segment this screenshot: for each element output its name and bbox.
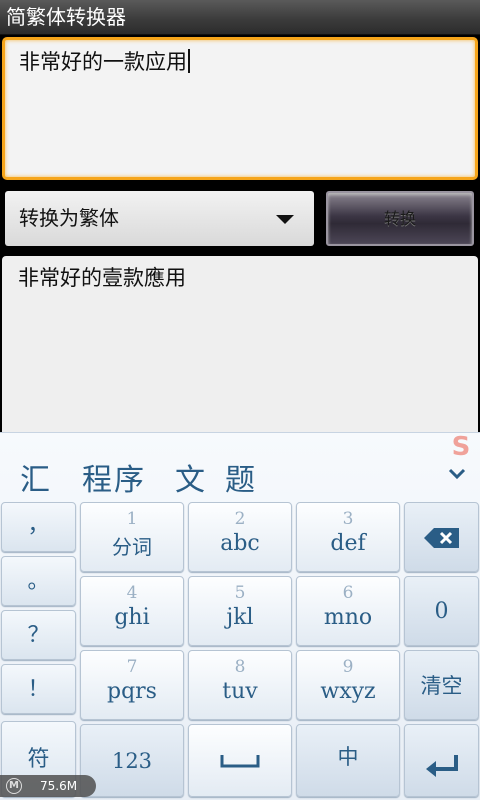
memory-usage-badge[interactable]: M 75.6M: [0, 775, 96, 797]
candidate-word[interactable]: 程序: [82, 455, 146, 499]
key-2-abc[interactable]: 2 abc: [188, 502, 292, 572]
candidate-word[interactable]: 文: [175, 455, 207, 499]
key-8-tuv[interactable]: 8 tuv: [188, 650, 292, 720]
clear-key[interactable]: 清空: [404, 650, 479, 720]
result-text-output[interactable]: 非常好的壹款應用: [2, 256, 478, 436]
key-3-def[interactable]: 3 def: [296, 502, 400, 572]
enter-key[interactable]: [404, 724, 479, 797]
key-7-pqrs[interactable]: 7 pqrs: [80, 650, 184, 720]
key-6-mno[interactable]: 6 mno: [296, 576, 400, 646]
space-key[interactable]: [188, 724, 292, 797]
candidate-word[interactable]: 题: [225, 455, 257, 499]
source-text-input[interactable]: 非常好的一款应用: [2, 37, 478, 180]
key-5-jkl[interactable]: 5 jkl: [188, 576, 292, 646]
enter-icon: [425, 755, 458, 777]
sogou-logo-icon: S: [451, 432, 471, 462]
key-1-fenci[interactable]: 1 分词: [80, 502, 184, 572]
punct-key-period[interactable]: 。: [1, 556, 76, 606]
conversion-mode-select[interactable]: 转换为繁体: [5, 191, 314, 246]
memory-usage-value: 75.6M: [40, 779, 78, 793]
punct-key-exclaim[interactable]: ！: [1, 664, 76, 714]
punct-key-question[interactable]: ？: [1, 610, 76, 660]
space-icon: [220, 755, 260, 768]
dropdown-arrow-icon: [276, 215, 294, 224]
conversion-mode-label: 转换为繁体: [19, 206, 119, 230]
candidate-bar: 汇 程序 文 题 S: [0, 432, 480, 499]
result-text: 非常好的壹款應用: [18, 266, 186, 290]
key-4-ghi[interactable]: 4 ghi: [80, 576, 184, 646]
key-9-wxyz[interactable]: 9 wxyz: [296, 650, 400, 720]
convert-button-label: 转换: [383, 209, 416, 228]
app-title-bar: 简繁体转换器: [0, 0, 480, 35]
convert-button[interactable]: 转换: [326, 191, 474, 246]
app-title: 简繁体转换器: [6, 5, 126, 29]
backspace-icon: [423, 528, 459, 548]
candidate-word[interactable]: 汇: [20, 455, 52, 499]
ime-keyboard: 汇 程序 文 题 S ， 。 ？ ！ 符 1 分词 2 abc 3 def 4 …: [0, 432, 480, 800]
source-text: 非常好的一款应用: [19, 50, 187, 74]
language-switch-key[interactable]: 中: [296, 724, 400, 797]
backspace-key[interactable]: [404, 502, 479, 572]
chevron-down-icon[interactable]: [448, 465, 466, 483]
zero-key[interactable]: 0: [404, 576, 479, 646]
text-cursor: [188, 49, 190, 73]
punct-key-comma[interactable]: ，: [1, 502, 76, 552]
security-shield-icon: M: [6, 778, 22, 794]
